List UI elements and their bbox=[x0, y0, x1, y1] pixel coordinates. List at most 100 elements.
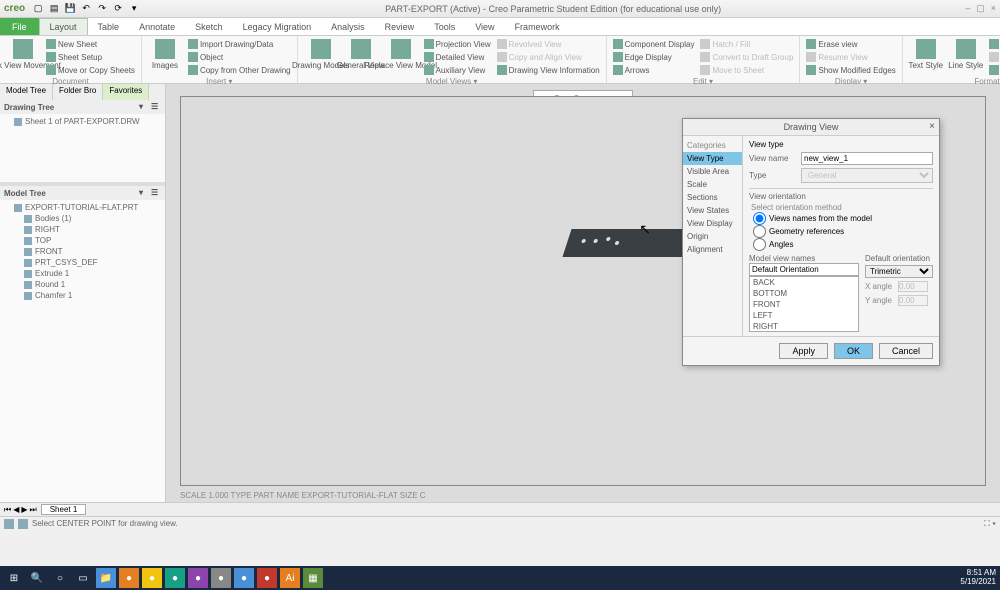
last-sheet-icon[interactable]: ⏭ bbox=[30, 505, 37, 515]
tab-layout[interactable]: Layout bbox=[39, 18, 88, 35]
radio-angles[interactable]: Angles bbox=[749, 238, 933, 251]
app-icon[interactable]: ● bbox=[211, 568, 231, 588]
tree-item[interactable]: Chamfer 1 bbox=[4, 290, 161, 301]
start-icon[interactable]: ⊞ bbox=[4, 568, 24, 588]
app-icon[interactable]: ● bbox=[142, 568, 162, 588]
cat-visible-area[interactable]: Visible Area bbox=[683, 165, 742, 178]
tree-tool-icon[interactable]: ▾ bbox=[139, 102, 149, 112]
search-icon[interactable]: 🔍 bbox=[27, 568, 47, 588]
app-icon[interactable]: ● bbox=[165, 568, 185, 588]
dialog-title[interactable]: Drawing View × bbox=[683, 119, 939, 136]
status-icon[interactable] bbox=[4, 519, 14, 529]
tab-sketch[interactable]: Sketch bbox=[185, 18, 233, 35]
view-name-input[interactable] bbox=[801, 152, 933, 165]
cat-scale[interactable]: Scale bbox=[683, 178, 742, 191]
cat-origin[interactable]: Origin bbox=[683, 230, 742, 243]
taskview-icon[interactable]: ▭ bbox=[73, 568, 93, 588]
tree-item[interactable]: TOP bbox=[4, 235, 161, 246]
tree-item[interactable]: Bodies (1) bbox=[4, 213, 161, 224]
undo-icon[interactable]: ↶ bbox=[79, 2, 93, 16]
regenerate-icon[interactable]: ⟳ bbox=[111, 2, 125, 16]
cat-view-display[interactable]: View Display bbox=[683, 217, 742, 230]
tab-tools[interactable]: Tools bbox=[424, 18, 465, 35]
open-icon[interactable]: ▤ bbox=[47, 2, 61, 16]
illustrator-icon[interactable]: Ai bbox=[280, 568, 300, 588]
list-item[interactable]: FRONT bbox=[750, 299, 858, 310]
tab-framework[interactable]: Framework bbox=[505, 18, 570, 35]
panel-tab-favorites[interactable]: Favorites bbox=[103, 84, 149, 100]
sheet-setup-button[interactable]: Sheet Setup bbox=[44, 51, 137, 63]
lock-view-button[interactable]: Lock View Movement bbox=[4, 38, 42, 76]
cat-sections[interactable]: Sections bbox=[683, 191, 742, 204]
maximize-icon[interactable]: ▢ bbox=[976, 3, 985, 14]
erase-view-button[interactable]: Erase view bbox=[804, 38, 897, 50]
tab-legacy[interactable]: Legacy Migration bbox=[233, 18, 322, 35]
tree-filter-icon[interactable]: ☰ bbox=[151, 102, 161, 112]
view-info-button[interactable]: Drawing View Information bbox=[495, 64, 602, 76]
close-icon[interactable]: × bbox=[991, 3, 996, 14]
dialog-close-icon[interactable]: × bbox=[929, 121, 935, 132]
next-sheet-icon[interactable]: ▶ bbox=[21, 505, 27, 515]
radio-geometry[interactable]: Geometry references bbox=[749, 225, 933, 238]
new-sheet-button[interactable]: New Sheet bbox=[44, 38, 137, 50]
app-icon[interactable]: ● bbox=[234, 568, 254, 588]
tab-annotate[interactable]: Annotate bbox=[129, 18, 185, 35]
images-button[interactable]: Images bbox=[146, 38, 184, 76]
tab-table[interactable]: Table bbox=[88, 18, 130, 35]
system-clock[interactable]: 8:51 AM 5/19/2021 bbox=[960, 569, 996, 587]
windows-icon[interactable]: ▾ bbox=[127, 2, 141, 16]
cat-view-states[interactable]: View States bbox=[683, 204, 742, 217]
move-copy-button[interactable]: Move or Copy Sheets bbox=[44, 64, 137, 76]
redo-icon[interactable]: ↷ bbox=[95, 2, 109, 16]
tree-item[interactable]: Round 1 bbox=[4, 279, 161, 290]
cat-alignment[interactable]: Alignment bbox=[683, 243, 742, 256]
component-display-button[interactable]: Component Display bbox=[611, 38, 697, 50]
cortana-icon[interactable]: ○ bbox=[50, 568, 70, 588]
first-sheet-icon[interactable]: ⏮ bbox=[4, 505, 11, 515]
tab-review[interactable]: Review bbox=[375, 18, 425, 35]
prev-sheet-icon[interactable]: ◀ bbox=[13, 505, 19, 515]
tree-item[interactable]: Sheet 1 of PART-EXPORT.DRW bbox=[4, 116, 161, 127]
general-view-button[interactable]: General View bbox=[342, 38, 380, 76]
save-icon[interactable]: 💾 bbox=[63, 2, 77, 16]
explorer-icon[interactable]: 📁 bbox=[96, 568, 116, 588]
text-style-button[interactable]: Text Style bbox=[907, 38, 945, 76]
cancel-button[interactable]: Cancel bbox=[879, 343, 933, 359]
line-style-button[interactable]: Line Style bbox=[947, 38, 985, 76]
tab-view[interactable]: View bbox=[465, 18, 504, 35]
tree-tool-icon[interactable]: ▾ bbox=[139, 188, 149, 198]
sheet-tab-1[interactable]: Sheet 1 bbox=[41, 504, 87, 515]
tree-item[interactable]: Extrude 1 bbox=[4, 268, 161, 279]
drawing-models-button[interactable]: Drawing Models bbox=[302, 38, 340, 76]
tree-item[interactable]: RIGHT bbox=[4, 224, 161, 235]
copy-drawing-button[interactable]: Copy from Other Drawing bbox=[186, 64, 293, 76]
show-modified-button[interactable]: Show Modified Edges bbox=[804, 64, 897, 76]
file-tab[interactable]: File bbox=[0, 18, 39, 35]
list-item[interactable]: BOTTOM bbox=[750, 288, 858, 299]
tree-item[interactable]: PRT_CSYS_DEF bbox=[4, 257, 161, 268]
panel-tab-folder[interactable]: Folder Bro bbox=[53, 84, 103, 100]
app-icon[interactable]: ● bbox=[257, 568, 277, 588]
creo-icon[interactable]: ▦ bbox=[303, 568, 323, 588]
edge-display-button[interactable]: Edge Display bbox=[611, 51, 697, 63]
auxiliary-view-button[interactable]: Auxiliary View bbox=[422, 64, 493, 76]
hyperlink-button[interactable]: Hyperlink bbox=[987, 64, 1000, 76]
apply-button[interactable]: Apply bbox=[779, 343, 828, 359]
radio-views-names[interactable]: Views names from the model bbox=[749, 212, 933, 225]
tree-item[interactable]: FRONT bbox=[4, 246, 161, 257]
arrows-button[interactable]: Arrows bbox=[611, 64, 697, 76]
list-item[interactable]: LEFT bbox=[750, 310, 858, 321]
list-item[interactable]: BACK bbox=[750, 277, 858, 288]
chrome-icon[interactable]: ● bbox=[119, 568, 139, 588]
tree-filter-icon[interactable]: ☰ bbox=[151, 188, 161, 198]
panel-tab-model-tree[interactable]: Model Tree bbox=[0, 84, 53, 100]
ok-button[interactable]: OK bbox=[834, 343, 873, 359]
list-item[interactable]: RIGHT bbox=[750, 321, 858, 332]
arrow-style-button[interactable]: Arrow Style ▾ bbox=[987, 38, 1000, 50]
app-icon[interactable]: ● bbox=[188, 568, 208, 588]
default-orient-select[interactable]: Trimetric bbox=[865, 265, 933, 278]
model-view-list[interactable]: BACK BOTTOM FRONT LEFT RIGHT TOP bbox=[749, 276, 859, 332]
tree-item-root[interactable]: EXPORT-TUTORIAL-FLAT.PRT bbox=[4, 202, 161, 213]
status-icon[interactable] bbox=[18, 519, 28, 529]
selection-filter-icon[interactable]: ⛶ ▾ bbox=[984, 519, 996, 528]
